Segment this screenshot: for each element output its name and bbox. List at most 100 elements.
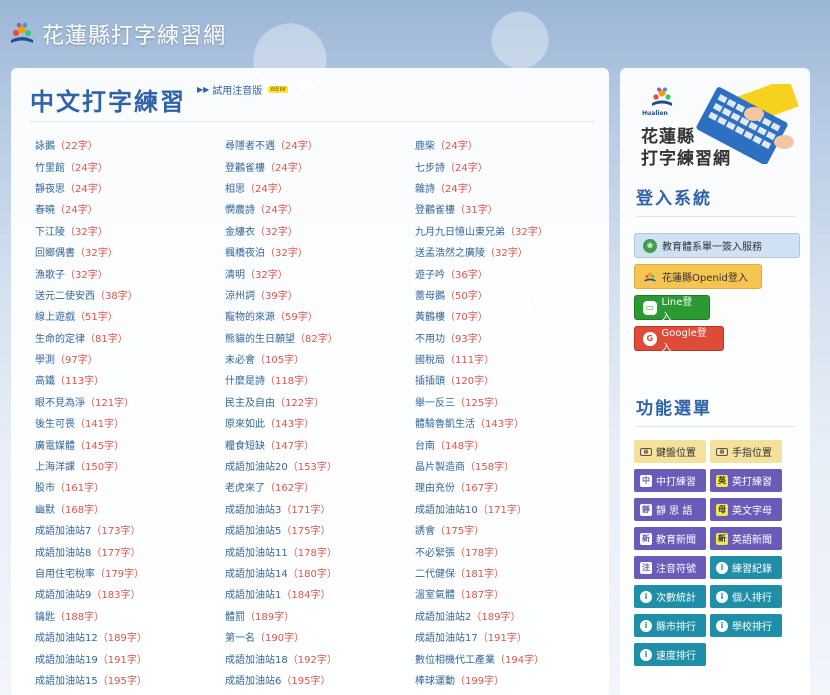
lesson-link[interactable]: 舉一反三（125字） — [415, 394, 605, 409]
lesson-link[interactable]: 蕾母鵝（50字） — [415, 287, 605, 302]
count-statistics-button[interactable]: i 次數統計 — [634, 585, 706, 608]
keyboard-position-button[interactable]: ▦ 鍵盤位置 — [634, 440, 706, 463]
lesson-link[interactable]: 成語加油站14（180字） — [225, 565, 415, 580]
lesson-link[interactable]: 線上遊戲（51字） — [35, 308, 225, 323]
lesson-link[interactable]: 竹里館（24字） — [35, 159, 225, 174]
google-login-button[interactable]: G Google登入 — [634, 326, 724, 354]
lesson-link[interactable]: 不用功（93字） — [415, 330, 605, 345]
lesson-link[interactable]: 回鄉偶書（32字） — [35, 244, 225, 259]
finger-position-button[interactable]: ▦ 手指位置 — [710, 440, 782, 463]
lesson-link[interactable]: 原來如此（143字） — [225, 415, 415, 430]
openid-login-button[interactable]: 花蓮縣Openid登入 — [634, 264, 762, 289]
lesson-link[interactable]: 楓橋夜泊（32字） — [225, 244, 415, 259]
lesson-link[interactable]: 成語加油站6（195字） — [225, 672, 415, 687]
lesson-link[interactable]: 成語加油站17（191字） — [415, 629, 605, 644]
lesson-link[interactable]: 靜夜思（24字） — [35, 180, 225, 195]
lesson-link[interactable]: 高鐵（113字） — [35, 372, 225, 387]
county-ranking-button[interactable]: i 縣市排行 — [634, 614, 706, 637]
lesson-link[interactable]: 國稅局（111字） — [415, 351, 605, 366]
lesson-link[interactable]: 成語加油站12（189字） — [35, 629, 225, 644]
lesson-link[interactable]: 詠鵝（22字） — [35, 137, 225, 152]
lesson-link[interactable]: 晶片製造商（158字） — [415, 458, 605, 473]
lesson-link[interactable]: 糧食短缺（147字） — [225, 437, 415, 452]
lesson-link[interactable]: 體驗魯凱生活（143字） — [415, 415, 605, 430]
education-news-button[interactable]: 新 教育新聞 — [634, 527, 706, 550]
lesson-link[interactable]: 成語加油站7（173字） — [35, 522, 225, 537]
lesson-link[interactable]: 成語加油站11（178字） — [225, 544, 415, 559]
school-ranking-button[interactable]: i 學校排行 — [710, 614, 782, 637]
lesson-link[interactable]: 理由充份（167字） — [415, 479, 605, 494]
personal-ranking-button[interactable]: i 個人排行 — [710, 585, 782, 608]
lesson-link[interactable]: 成語加油站18（192字） — [225, 651, 415, 666]
edu-sso-login-button[interactable]: ❀ 教育體系單一簽入服務 — [634, 233, 800, 258]
lesson-link[interactable]: 學測（97字） — [35, 351, 225, 366]
lesson-link[interactable]: 上海洋課（150字） — [35, 458, 225, 473]
lesson-link[interactable]: 成語加油站1（184字） — [225, 586, 415, 601]
lesson-link[interactable]: 溫室氣體（187字） — [415, 586, 605, 601]
lesson-link[interactable]: 成語加油站19（191字） — [35, 651, 225, 666]
lesson-link[interactable]: 老虎來了（162字） — [225, 479, 415, 494]
lesson-link[interactable]: 成語加油站3（171字） — [225, 501, 415, 516]
lesson-link[interactable]: 成語加油站10（171字） — [415, 501, 605, 516]
lesson-link[interactable]: 第一名（190字） — [225, 629, 415, 644]
lesson-link[interactable]: 民主及自由（122字） — [225, 394, 415, 409]
lesson-link[interactable]: 金縷衣（32字） — [225, 223, 415, 238]
lesson-link[interactable]: 寵物的來源（59字） — [225, 308, 415, 323]
practice-records-button[interactable]: i 練習紀錄 — [710, 556, 782, 579]
lesson-link[interactable]: 鹿柴（24字） — [415, 137, 605, 152]
english-typing-button[interactable]: 英 英打練習 — [710, 469, 782, 492]
lesson-link[interactable]: 黃鶴樓（70字） — [415, 308, 605, 323]
lesson-link[interactable]: 台南（148字） — [415, 437, 605, 452]
lesson-link[interactable]: 熊貓的生日願望（82字） — [225, 330, 415, 345]
speed-ranking-button[interactable]: i 速度排行 — [634, 643, 706, 666]
lesson-link[interactable]: 眼不見為淨（121字） — [35, 394, 225, 409]
lesson-link[interactable]: 成語加油站9（183字） — [35, 586, 225, 601]
lesson-link[interactable]: 插插頭（120字） — [415, 372, 605, 387]
lesson-link[interactable]: 數位相機代工產業（194字） — [415, 651, 605, 666]
lesson-link[interactable]: 生命的定律（81字） — [35, 330, 225, 345]
lesson-link[interactable]: 誘會（175字） — [415, 522, 605, 537]
zhuyin-version-link[interactable]: ▶▶ 試用注音版 NEW — [197, 82, 289, 97]
lesson-link[interactable]: 體罰（189字） — [225, 608, 415, 623]
lesson-link[interactable]: 漁歌子（32字） — [35, 266, 225, 281]
lesson-link[interactable]: 廣電媒體（145字） — [35, 437, 225, 452]
lesson-link[interactable]: 遊子吟（36字） — [415, 266, 605, 281]
lesson-link[interactable]: 清明（32字） — [225, 266, 415, 281]
lesson-title: 體驗魯凱生活 — [415, 419, 475, 431]
lesson-link[interactable]: 成語加油站2（189字） — [415, 608, 605, 623]
lesson-link[interactable]: 春曉（24字） — [35, 201, 225, 216]
lesson-link[interactable]: 成語加油站20（153字） — [225, 458, 415, 473]
lesson-link[interactable]: 成語加油站15（195字） — [35, 672, 225, 687]
lesson-link[interactable]: 成語加油站5（175字） — [225, 522, 415, 537]
lesson-link[interactable]: 相思（24字） — [225, 180, 415, 195]
english-letters-button[interactable]: 母 英文字母 — [710, 498, 782, 521]
chinese-typing-button[interactable]: 中 中打練習 — [634, 469, 706, 492]
lesson-link[interactable]: 下江陵（32字） — [35, 223, 225, 238]
jingsi-quotes-button[interactable]: 靜 靜 思 語 — [634, 498, 706, 521]
lesson-link[interactable]: 自用住宅稅率（179字） — [35, 565, 225, 580]
lesson-link[interactable]: 棒球運動（199字） — [415, 672, 605, 687]
lesson-link[interactable]: 登鸛雀樓（24字） — [225, 159, 415, 174]
zhuyin-symbols-button[interactable]: 注 注音符號 — [634, 556, 706, 579]
lesson-link[interactable]: 二代健保（181字） — [415, 565, 605, 580]
lesson-link[interactable]: 送元二使安西（38字） — [35, 287, 225, 302]
site-title[interactable]: 花蓮縣打字練習網 — [42, 18, 226, 50]
lesson-link[interactable]: 股市（161字） — [35, 479, 225, 494]
lesson-link[interactable]: 送孟浩然之廣陵（32字） — [415, 244, 605, 259]
lesson-link[interactable]: 後生可畏（141字） — [35, 415, 225, 430]
english-news-button[interactable]: 新 英語新聞 — [710, 527, 782, 550]
lesson-link[interactable]: 尋隱者不遇（24字） — [225, 137, 415, 152]
lesson-link[interactable]: 鑰匙（188字） — [35, 608, 225, 623]
lesson-link[interactable]: 九月九日憶山東兄弟（32字） — [415, 223, 605, 238]
lesson-link[interactable]: 憫農詩（24字） — [225, 201, 415, 216]
lesson-link[interactable]: 雜詩（24字） — [415, 180, 605, 195]
lesson-link[interactable]: 什麼是詩（118字） — [225, 372, 415, 387]
lesson-link[interactable]: 涼州詞（39字） — [225, 287, 415, 302]
lesson-link[interactable]: 幽默（168字） — [35, 501, 225, 516]
lesson-link[interactable]: 登鸛雀樓（31字） — [415, 201, 605, 216]
lesson-link[interactable]: 不必緊張（178字） — [415, 544, 605, 559]
lesson-link[interactable]: 未必會（105字） — [225, 351, 415, 366]
lesson-link[interactable]: 成語加油站8（177字） — [35, 544, 225, 559]
line-login-button[interactable]: ▭ Line登入 — [634, 295, 710, 323]
lesson-link[interactable]: 七步詩（24字） — [415, 159, 605, 174]
